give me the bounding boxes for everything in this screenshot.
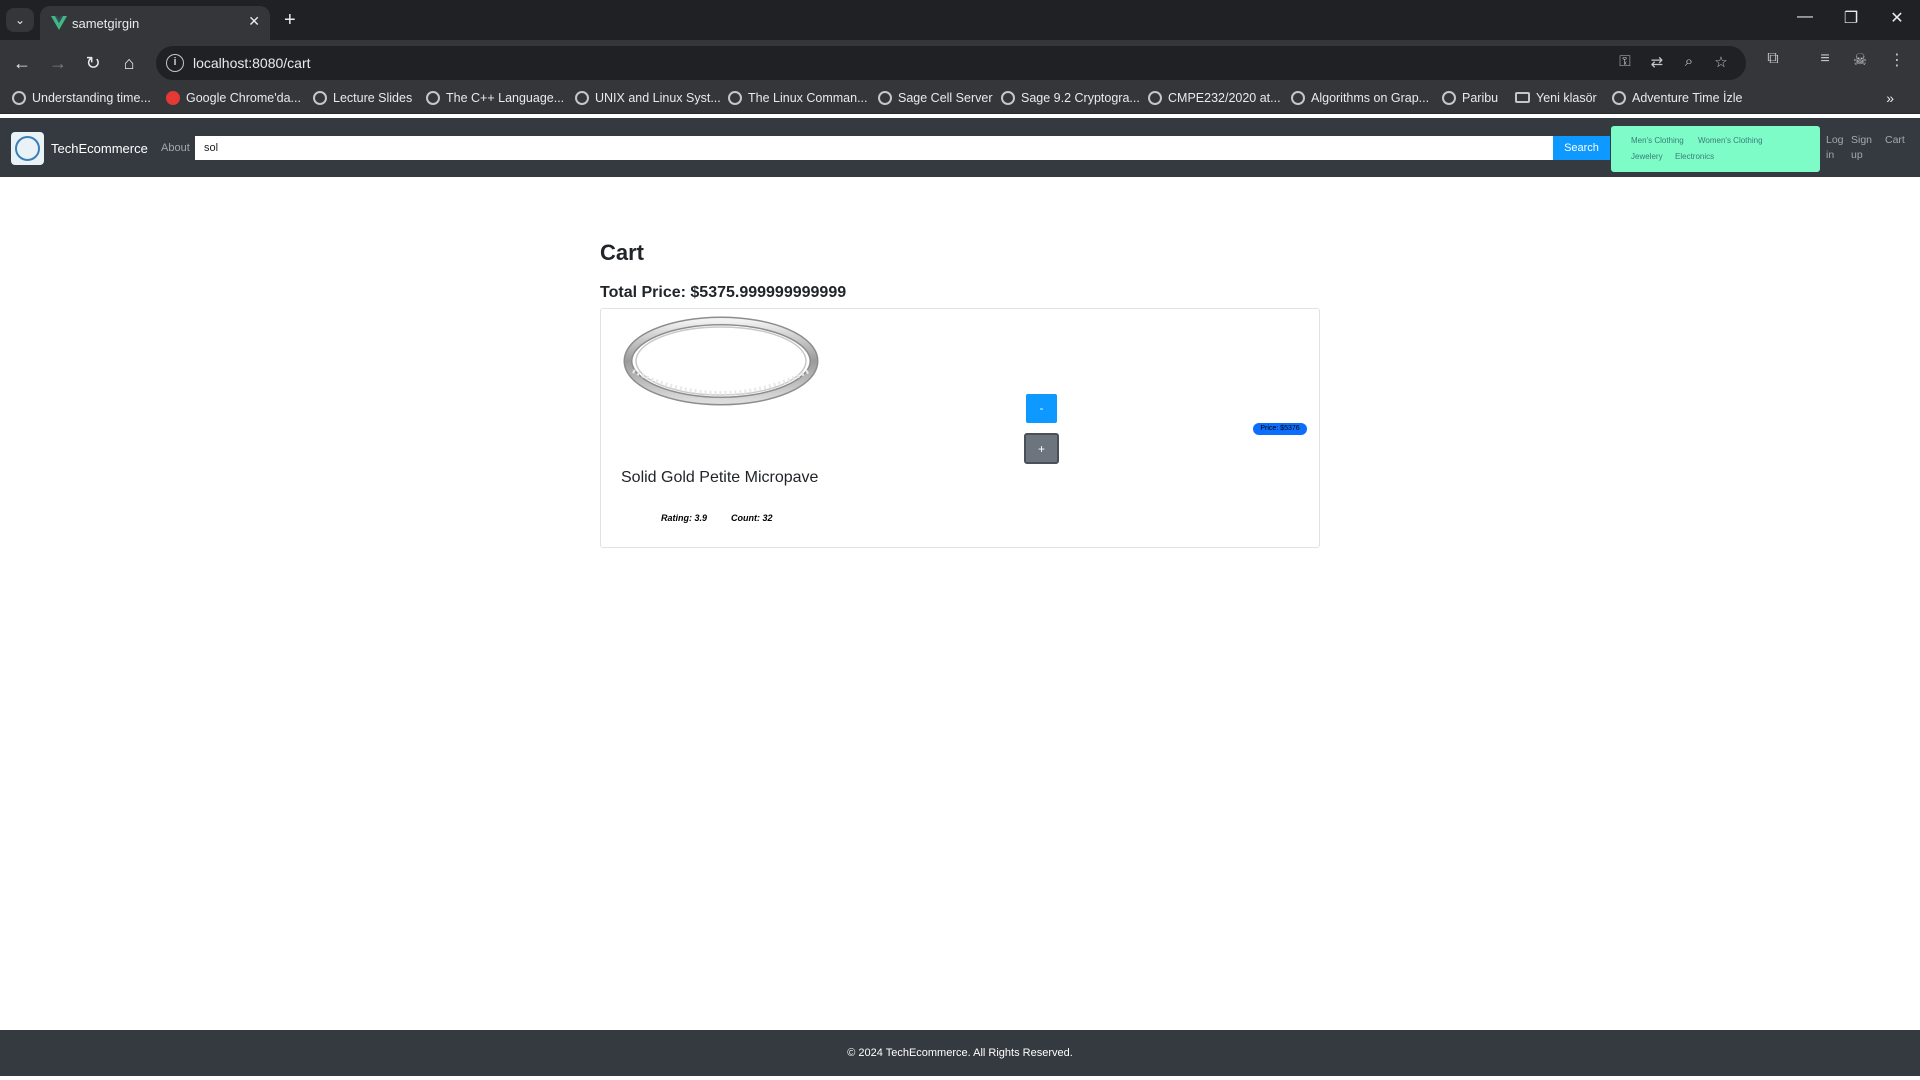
bookmark-item[interactable]: The C++ Language... bbox=[426, 91, 564, 105]
bookmark-star-icon[interactable]: ☆ bbox=[1710, 53, 1732, 71]
site-navbar: TechEcommerce About Search Men's Clothin… bbox=[0, 118, 1920, 177]
bookmark-item[interactable]: UNIX and Linux Syst... bbox=[575, 91, 721, 105]
tab-title: sametgirgin bbox=[72, 16, 140, 31]
about-link[interactable]: About bbox=[161, 142, 190, 154]
cart-link[interactable]: Cart bbox=[1885, 133, 1905, 148]
product-rating: Rating: 3.9 bbox=[661, 513, 708, 523]
bookmark-item[interactable]: Adventure Time İzle bbox=[1612, 91, 1742, 105]
globe-icon bbox=[1148, 91, 1162, 105]
globe-icon bbox=[313, 91, 327, 105]
bookmark-folder[interactable]: Yeni klasör bbox=[1515, 91, 1597, 105]
globe-icon bbox=[1001, 91, 1015, 105]
search-button[interactable]: Search bbox=[1553, 136, 1610, 160]
bookmarks-overflow-icon[interactable]: » bbox=[1886, 90, 1894, 106]
bookmark-item[interactable]: Sage Cell Server bbox=[878, 91, 993, 105]
home-icon[interactable]: ⌂ bbox=[115, 50, 143, 76]
total-price: Total Price: $5375.999999999999 bbox=[600, 284, 847, 301]
password-key-icon[interactable]: ⚿ bbox=[1614, 53, 1636, 70]
globe-icon bbox=[1612, 91, 1626, 105]
globe-icon bbox=[1442, 91, 1456, 105]
bookmark-item[interactable]: Google Chrome'da... bbox=[166, 91, 301, 105]
address-bar[interactable]: i localhost:8080/cart ⚿ ⇄ ⌕ ☆ bbox=[156, 46, 1746, 80]
bookmark-item[interactable]: The Linux Comman... bbox=[728, 91, 868, 105]
page-title: Cart bbox=[600, 240, 645, 265]
globe-icon bbox=[1291, 91, 1305, 105]
extensions-icon[interactable]: ⧉ bbox=[1760, 50, 1786, 68]
bookmark-item[interactable]: Sage 9.2 Cryptogra... bbox=[1001, 91, 1140, 105]
bookmark-item[interactable]: Understanding time... bbox=[12, 91, 151, 105]
category-electronics[interactable]: Electronics bbox=[1675, 152, 1714, 161]
browser-tabstrip: ⌄ sametgirgin ✕ + — ❐ ✕ bbox=[0, 0, 1920, 40]
tab-close-icon[interactable]: ✕ bbox=[248, 13, 260, 30]
site-info-icon[interactable]: i bbox=[166, 54, 184, 72]
close-window-icon[interactable]: ✕ bbox=[1877, 8, 1917, 28]
product-name[interactable]: Solid Gold Petite Micropave bbox=[621, 469, 818, 487]
forward-icon[interactable]: → bbox=[44, 50, 72, 76]
decrease-quantity-button[interactable]: - bbox=[1026, 394, 1057, 423]
globe-icon bbox=[575, 91, 589, 105]
profile-avatar-icon[interactable]: ☠ bbox=[1847, 50, 1873, 70]
brand-name[interactable]: TechEcommerce bbox=[51, 141, 148, 156]
bookmarks-bar: Understanding time... Google Chrome'da..… bbox=[0, 86, 1920, 114]
minimize-icon[interactable]: — bbox=[1785, 8, 1825, 26]
bookmark-item[interactable]: Algorithms on Grap... bbox=[1291, 91, 1429, 105]
category-mens-clothing[interactable]: Men's Clothing bbox=[1631, 136, 1684, 145]
folder-icon bbox=[1515, 92, 1530, 103]
back-icon[interactable]: ← bbox=[8, 50, 36, 76]
reading-list-icon[interactable]: ≡ bbox=[1812, 50, 1838, 68]
brand-logo[interactable] bbox=[11, 132, 44, 165]
address-url[interactable]: localhost:8080/cart bbox=[193, 55, 311, 71]
globe-icon bbox=[12, 91, 26, 105]
tab-search-button[interactable]: ⌄ bbox=[6, 8, 34, 32]
cart-item-card: Solid Gold Petite Micropave Rating: 3.9 … bbox=[600, 308, 1320, 548]
translate-icon[interactable]: ⇄ bbox=[1646, 53, 1668, 71]
zoom-icon[interactable]: ⌕ bbox=[1678, 53, 1700, 70]
bookmark-item[interactable]: Lecture Slides bbox=[313, 91, 412, 105]
vue-logo-icon bbox=[51, 16, 67, 30]
restore-icon[interactable]: ❐ bbox=[1831, 8, 1871, 28]
reload-icon[interactable]: ↻ bbox=[79, 50, 107, 76]
price-badge: Price: $5376 bbox=[1253, 423, 1307, 435]
logo-emblem-icon bbox=[15, 136, 40, 161]
new-tab-button[interactable]: + bbox=[284, 8, 296, 32]
globe-icon bbox=[878, 91, 892, 105]
footer-copyright: © 2024 TechEcommerce. All Rights Reserve… bbox=[847, 1047, 1073, 1059]
bookmark-item[interactable]: CMPE232/2020 at... bbox=[1148, 91, 1281, 105]
browser-toolbar: ← → ↻ ⌂ i localhost:8080/cart ⚿ ⇄ ⌕ ☆ ⧉ … bbox=[0, 40, 1920, 86]
browser-tab[interactable]: sametgirgin ✕ bbox=[40, 6, 270, 40]
category-jewelery[interactable]: Jewelery bbox=[1631, 152, 1663, 161]
category-womens-clothing[interactable]: Women's Clothing bbox=[1698, 136, 1763, 145]
increase-quantity-button[interactable]: + bbox=[1024, 433, 1059, 464]
login-link[interactable]: Log in bbox=[1826, 133, 1846, 163]
product-image[interactable] bbox=[621, 315, 821, 415]
search-input[interactable] bbox=[195, 136, 1553, 160]
site-footer: © 2024 TechEcommerce. All Rights Reserve… bbox=[0, 1030, 1920, 1076]
product-count: Count: 32 bbox=[731, 513, 773, 523]
bookmark-item[interactable]: Paribu bbox=[1442, 91, 1498, 105]
chrome-red-icon bbox=[166, 91, 180, 105]
signup-link[interactable]: Sign up bbox=[1851, 133, 1875, 163]
globe-icon bbox=[426, 91, 440, 105]
globe-icon bbox=[728, 91, 742, 105]
category-menu: Men's Clothing Women's Clothing Jewelery… bbox=[1611, 126, 1820, 172]
menu-kebab-icon[interactable]: ⋮ bbox=[1884, 50, 1910, 70]
